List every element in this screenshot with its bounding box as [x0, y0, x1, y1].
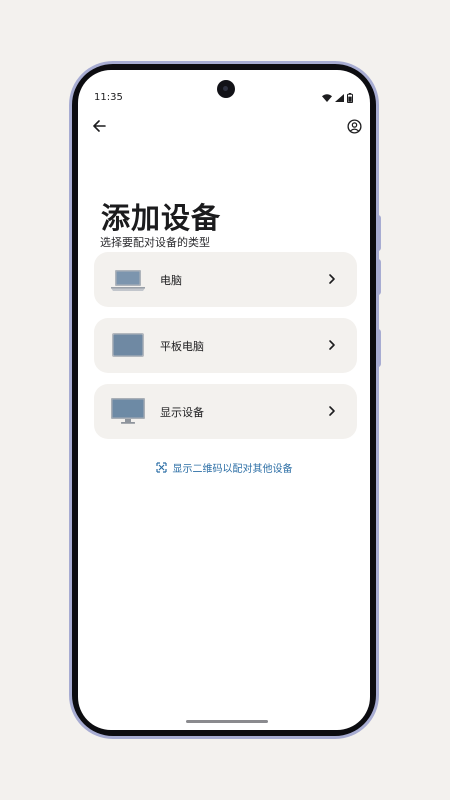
- arrow-left-icon: [93, 120, 106, 132]
- page-subtitle: 选择要配对设备的类型: [100, 236, 210, 249]
- device-option-label: 电脑: [160, 274, 182, 287]
- home-indicator[interactable]: [186, 720, 268, 723]
- laptop-icon: [111, 270, 145, 291]
- wifi-icon: [322, 94, 332, 102]
- volume-down-button: [377, 329, 381, 367]
- status-time: 11:35: [94, 92, 123, 103]
- chevron-right-icon: [329, 274, 335, 284]
- back-button[interactable]: [87, 114, 111, 138]
- monitor-icon: [111, 398, 145, 424]
- volume-up-button: [377, 259, 381, 295]
- page-title: 添加设备: [101, 201, 222, 235]
- device-option-label: 显示设备: [160, 406, 204, 419]
- account-circle-icon: [346, 118, 362, 134]
- phone-screen: 11:35 添加设备 选择要配对设备的类型 电脑 平板电脑 显示设备 显示二维码…: [78, 70, 370, 730]
- account-button[interactable]: [342, 114, 366, 138]
- status-icons: [322, 93, 353, 103]
- device-option-label: 平板电脑: [160, 340, 204, 353]
- show-qr-code-link[interactable]: 显示二维码以配对其他设备: [78, 460, 370, 475]
- qr-code-icon: [155, 462, 167, 473]
- show-qr-code-label: 显示二维码以配对其他设备: [172, 464, 293, 475]
- signal-icon: [335, 94, 344, 102]
- tablet-icon: [112, 333, 144, 357]
- device-option-display[interactable]: 显示设备: [94, 384, 357, 439]
- battery-icon: [347, 93, 353, 103]
- chevron-right-icon: [329, 340, 335, 350]
- chevron-right-icon: [329, 406, 335, 416]
- power-button: [377, 215, 381, 251]
- device-option-computer[interactable]: 电脑: [94, 252, 357, 307]
- front-camera: [217, 80, 235, 98]
- phone-frame: 11:35 添加设备 选择要配对设备的类型 电脑 平板电脑 显示设备 显示二维码…: [69, 61, 381, 739]
- phone-bezel: 11:35 添加设备 选择要配对设备的类型 电脑 平板电脑 显示设备 显示二维码…: [72, 64, 376, 736]
- device-option-tablet[interactable]: 平板电脑: [94, 318, 357, 373]
